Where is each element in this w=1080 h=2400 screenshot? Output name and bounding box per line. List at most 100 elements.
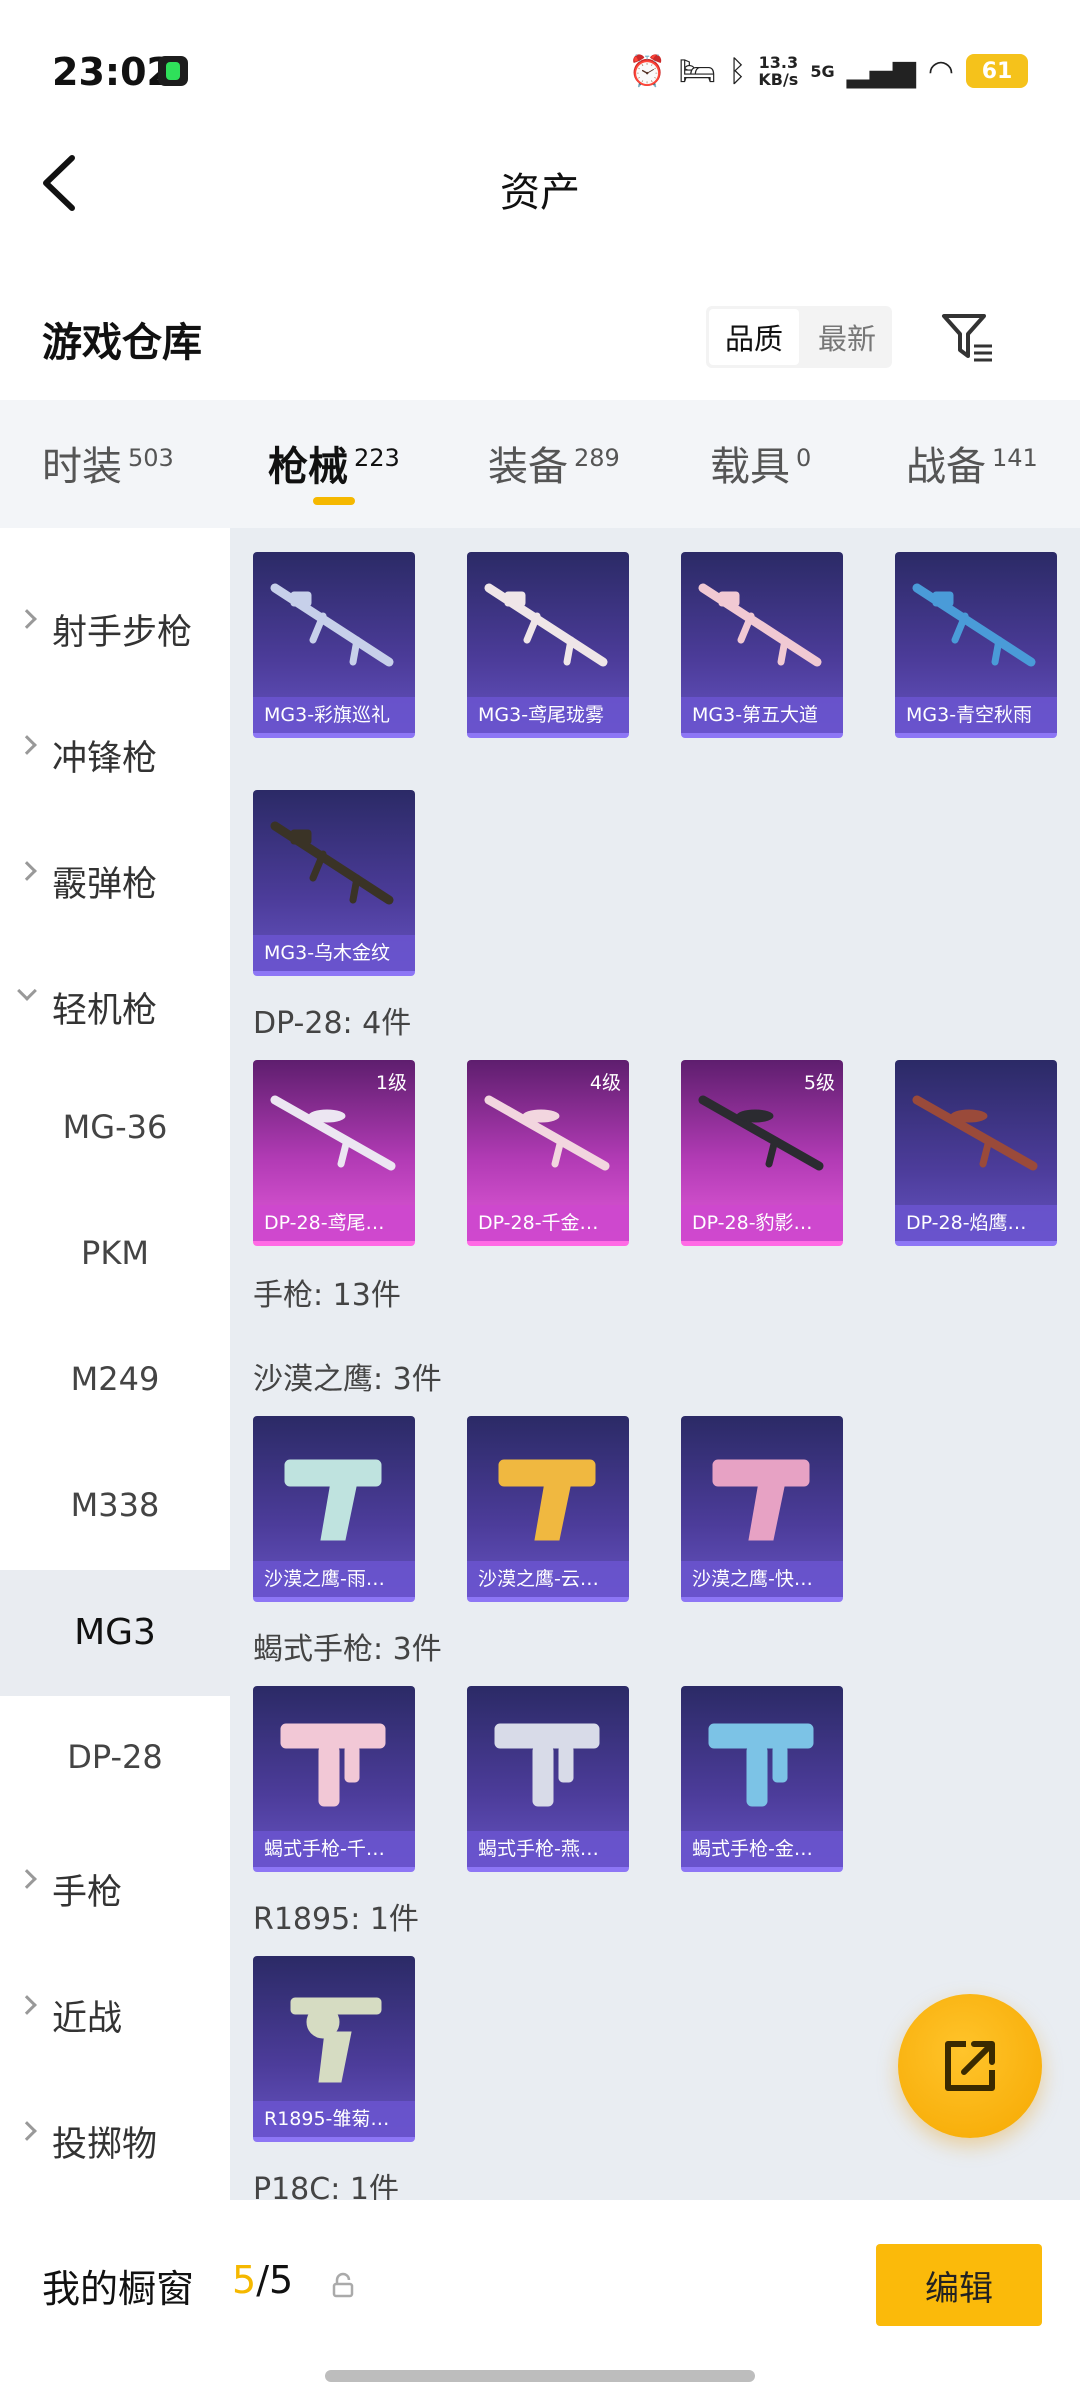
item-name: 蝎式手枪-燕…	[467, 1831, 629, 1867]
item-name: 沙漠之鹰-快…	[681, 1561, 843, 1597]
tab-fashion[interactable]: 时装 503	[42, 434, 174, 492]
share-button[interactable]	[898, 1994, 1042, 2138]
sidebar-item-smg[interactable]: 冲锋枪	[0, 700, 230, 800]
item-card[interactable]: MG3-青空秋雨	[895, 552, 1057, 738]
sidebar-item-m249[interactable]: M249	[0, 1330, 230, 1430]
sort-toggle: 品质 最新	[706, 306, 892, 368]
status-time: 23:02	[52, 50, 173, 94]
item-name: MG3-彩旗巡礼	[253, 697, 415, 733]
sidebar-item-lmg[interactable]: 轻机枪	[0, 952, 230, 1052]
item-card[interactable]: 沙漠之鹰-快…	[681, 1416, 843, 1602]
machine-gun-icon	[912, 1095, 1038, 1171]
group-label-pistol: 手枪: 13件	[253, 1278, 401, 1313]
machine-gun-icon	[484, 583, 608, 667]
warehouse-title: 游戏仓库	[42, 320, 202, 366]
sidebar-item-throwable[interactable]: 投掷物	[0, 2086, 230, 2186]
item-card[interactable]: MG3-鸢尾珑雾	[467, 552, 629, 738]
alarm-icon: ⏰	[628, 53, 667, 89]
lock-icon	[332, 2272, 354, 2298]
item-name: R1895-雏菊…	[253, 2101, 415, 2137]
group-label-p18c: P18C: 1件	[253, 2172, 399, 2200]
bed-icon: 🛏	[678, 53, 717, 89]
chevron-right-icon	[17, 861, 37, 881]
item-card[interactable]: MG3-乌木金纹	[253, 790, 415, 976]
sidebar-item-pistol[interactable]: 手枪	[0, 1834, 230, 1934]
category-tabs: 时装 503 枪械 223 装备 289 载具 0 战备 141	[0, 400, 1080, 528]
item-grid: MG3-彩旗巡礼 MG3-鸢尾珑雾 MG3-第五大道 MG3-青空秋雨 MG3-…	[230, 528, 1080, 2200]
item-name: MG3-第五大道	[681, 697, 843, 733]
item-name: DP-28-豹影…	[681, 1205, 843, 1241]
item-name: 沙漠之鹰-雨…	[253, 1561, 415, 1597]
share-external-icon	[945, 2041, 995, 2091]
music-app-icon	[158, 56, 188, 86]
pistol-icon	[498, 1459, 596, 1541]
item-level: 4级	[589, 1072, 621, 1094]
bottom-bar: 我的橱窗 5/5 编辑	[0, 2208, 1080, 2400]
tab-guns[interactable]: 枪械 223	[268, 434, 400, 492]
bluetooth-icon: ᛒ	[728, 53, 747, 89]
tab-vehicles[interactable]: 载具 0	[710, 434, 811, 492]
item-card[interactable]: MG3-彩旗巡礼	[253, 552, 415, 738]
item-card[interactable]: 5级 DP-28-豹影…	[681, 1060, 843, 1246]
item-name: 蝎式手枪-金…	[681, 1831, 843, 1867]
sort-newest-button[interactable]: 最新	[802, 306, 892, 368]
network-speed: 13.3 KB/s	[758, 53, 799, 89]
item-name: 沙漠之鹰-云…	[467, 1561, 629, 1597]
chevron-right-icon	[17, 2121, 37, 2141]
item-card[interactable]: 沙漠之鹰-云…	[467, 1416, 629, 1602]
sort-quality-button[interactable]: 品质	[709, 309, 799, 365]
signal-icon: ▂▄▆	[846, 53, 916, 89]
pistol-icon	[494, 1723, 600, 1807]
sidebar-item-pkm[interactable]: PKM	[0, 1204, 230, 1304]
item-level: 1级	[375, 1072, 407, 1094]
chevron-right-icon	[17, 735, 37, 755]
item-card[interactable]: 4级 DP-28-千金…	[467, 1060, 629, 1246]
sidebar-item-mg36[interactable]: MG-36	[0, 1078, 230, 1178]
active-tab-indicator	[313, 497, 355, 505]
sidebar-item-shotgun[interactable]: 霰弹枪	[0, 826, 230, 926]
home-indicator[interactable]	[325, 2370, 755, 2382]
item-name: 蝎式手枪-千…	[253, 1831, 415, 1867]
tab-supplies[interactable]: 战备 141	[906, 434, 1038, 492]
pistol-icon	[712, 1459, 810, 1541]
chevron-right-icon	[17, 1995, 37, 2015]
item-card[interactable]: 1级 DP-28-鸢尾…	[253, 1060, 415, 1246]
filter-button[interactable]	[940, 312, 996, 364]
item-card[interactable]: 蝎式手枪-燕…	[467, 1686, 629, 1872]
item-card[interactable]: MG3-第五大道	[681, 552, 843, 738]
item-card[interactable]: DP-28-焰鹰…	[895, 1060, 1057, 1246]
machine-gun-icon	[698, 583, 822, 667]
item-card[interactable]: 沙漠之鹰-雨…	[253, 1416, 415, 1602]
machine-gun-icon	[912, 583, 1036, 667]
item-name: DP-28-鸢尾…	[253, 1205, 415, 1241]
chevron-down-icon	[17, 981, 37, 1001]
item-name: MG3-鸢尾珑雾	[467, 697, 629, 733]
sidebar-item-melee[interactable]: 近战	[0, 1960, 230, 2060]
status-bar: 23:02 ⏰ 🛏 ᛒ 13.3 KB/s 5G ▂▄▆ ◠ 61	[0, 0, 1080, 140]
sidebar-item-m338[interactable]: M338	[0, 1456, 230, 1556]
item-card[interactable]: R1895-雏菊…	[253, 1956, 415, 2142]
battery-icon: 61	[966, 54, 1028, 88]
status-icons: ⏰ 🛏 ᛒ 13.3 KB/s 5G ▂▄▆ ◠ 61	[629, 48, 1028, 94]
network-type: 5G	[810, 61, 835, 81]
group-label-deagle: 沙漠之鹰: 3件	[253, 1362, 442, 1397]
showcase-count: 5/5	[232, 2258, 294, 2302]
weapon-type-sidebar: 射手步枪 冲锋枪 霰弹枪 轻机枪 MG-36 PKM M249 M338 MG3…	[0, 528, 230, 2200]
filter-icon	[942, 314, 992, 362]
machine-gun-icon	[270, 821, 394, 905]
sidebar-item-mg3[interactable]: MG3	[0, 1570, 230, 1696]
item-card[interactable]: 蝎式手枪-千…	[253, 1686, 415, 1872]
pistol-icon	[280, 1723, 386, 1807]
item-name: MG3-乌木金纹	[253, 935, 415, 971]
sidebar-item-dp28[interactable]: DP-28	[0, 1708, 230, 1808]
item-card[interactable]: 蝎式手枪-金…	[681, 1686, 843, 1872]
item-name: DP-28-千金…	[467, 1205, 629, 1241]
group-label-scorpion: 蝎式手枪: 3件	[253, 1632, 442, 1667]
group-label-r1895: R1895: 1件	[253, 1902, 419, 1937]
item-level: 5级	[803, 1072, 835, 1094]
tab-equipment[interactable]: 装备 289	[488, 434, 620, 492]
page-title: 资产	[500, 170, 580, 216]
edit-button[interactable]: 编辑	[876, 2244, 1042, 2326]
showcase-label: 我的橱窗	[42, 2267, 195, 2311]
sidebar-item-marksman-rifle[interactable]: 射手步枪	[0, 574, 230, 674]
